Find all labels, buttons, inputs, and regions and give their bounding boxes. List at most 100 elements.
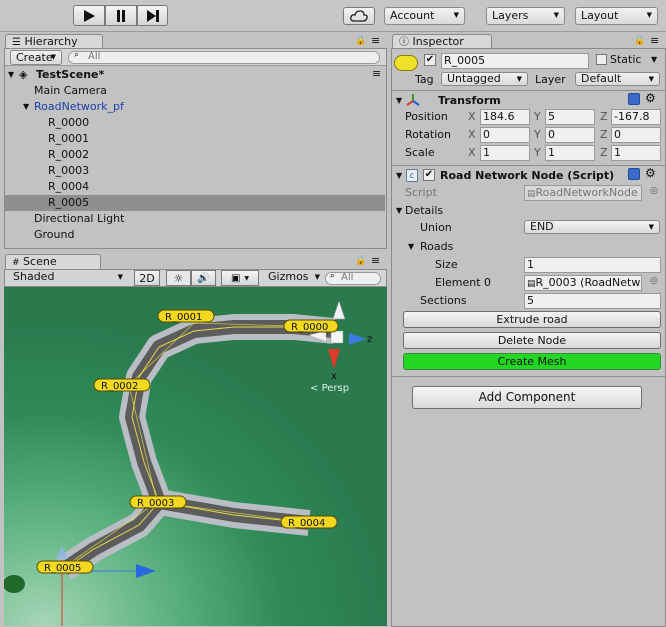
panel-menu-icon[interactable]: ≡ <box>371 254 380 267</box>
panel-menu-icon[interactable]: ≡ <box>650 34 659 47</box>
scene-root-row[interactable]: ▼ ◈ TestScene* <box>5 67 385 83</box>
sun-icon: ☼ <box>173 271 184 285</box>
triangle-down-icon[interactable]: ▼ <box>396 171 402 180</box>
scene-search-placeholder: All <box>341 272 354 283</box>
hierarchy-item[interactable]: R_0002 <box>5 147 385 163</box>
directional-light-gizmo[interactable] <box>4 575 25 593</box>
triangle-down-icon[interactable]: ▼ <box>396 206 402 215</box>
create-mesh-button[interactable]: Create Mesh <box>403 353 661 370</box>
hierarchy-item[interactable]: R_0005 <box>5 195 385 211</box>
road-node-label[interactable]: R_0004 <box>280 515 338 529</box>
triangle-down-icon[interactable]: ▼ <box>396 96 402 105</box>
speaker-icon: 🔊 <box>197 272 210 284</box>
transform-title: Transform <box>438 94 501 107</box>
scale-y-field[interactable]: 1 <box>545 145 595 161</box>
create-dropdown[interactable]: Create ▼ <box>10 50 62 65</box>
account-dropdown[interactable]: Account ▼ <box>384 7 465 25</box>
hierarchy-item[interactable]: ▼ RoadNetwork_pf <box>5 99 385 115</box>
road-node-text: R_0000 <box>291 322 328 333</box>
active-checkbox[interactable]: ✔ <box>424 54 436 66</box>
scale-z-field[interactable]: 1 <box>611 145 661 161</box>
object-icon[interactable] <box>394 55 418 71</box>
union-value: END <box>530 220 554 233</box>
mode-2d-button[interactable]: 2D <box>134 270 160 286</box>
road-node-label[interactable]: R_0000 <box>283 319 339 333</box>
rotation-x-axis: X <box>468 128 476 141</box>
scale-x-field[interactable]: 1 <box>480 145 530 161</box>
rotation-x-field[interactable]: 0 <box>480 127 530 143</box>
hierarchy-item[interactable]: Directional Light <box>5 211 385 227</box>
object-picker-icon[interactable]: ◎ <box>650 186 658 196</box>
gear-icon[interactable]: ⚙ <box>645 166 656 180</box>
layers-dropdown[interactable]: Layers ▼ <box>486 7 565 25</box>
chevron-down-icon: ▼ <box>117 273 123 281</box>
separator <box>392 376 665 377</box>
chevron-down-icon[interactable]: ▼ <box>651 55 657 64</box>
element0-field[interactable]: ▤R_0003 (RoadNetw <box>524 275 642 291</box>
lock-icon[interactable]: 🔒 <box>355 256 366 266</box>
cloud-icon <box>350 10 368 22</box>
road-node-label[interactable]: R_0005 <box>36 560 94 574</box>
cloud-button[interactable] <box>343 7 375 25</box>
triangle-down-icon[interactable]: ▼ <box>23 99 29 115</box>
sections-field[interactable]: 5 <box>524 293 661 309</box>
tab-hierarchy[interactable]: ☰ Hierarchy <box>5 34 103 49</box>
object-picker-icon[interactable]: ◎ <box>650 276 658 286</box>
layer-dropdown[interactable]: Default ▼ <box>575 72 660 86</box>
rotation-z-field[interactable]: 0 <box>611 127 661 143</box>
hierarchy-item[interactable]: R_0003 <box>5 163 385 179</box>
lock-icon[interactable]: 🔒 <box>634 36 645 46</box>
road-node-label[interactable]: R_0003 <box>129 495 187 509</box>
pause-button[interactable] <box>105 5 137 26</box>
static-checkbox[interactable] <box>596 54 607 65</box>
position-x-field[interactable]: 184.6 <box>480 109 530 125</box>
add-component-button[interactable]: Add Component <box>412 386 642 409</box>
rotation-y-field[interactable]: 0 <box>545 127 595 143</box>
help-icon[interactable] <box>628 93 640 105</box>
hierarchy-item[interactable]: R_0000 <box>5 115 385 131</box>
gear-icon[interactable]: ⚙ <box>645 91 656 105</box>
hierarchy-item[interactable]: Main Camera <box>5 83 385 99</box>
position-z-field[interactable]: -167.8 <box>611 109 661 125</box>
extrude-road-button[interactable]: Extrude road <box>403 311 661 328</box>
effects-dropdown[interactable]: ▣ ▼ <box>221 270 259 286</box>
delete-node-button[interactable]: Delete Node <box>403 332 661 349</box>
triangle-down-icon[interactable]: ▼ <box>408 242 414 251</box>
object-name-field[interactable]: R_0005 <box>441 53 589 69</box>
layout-dropdown[interactable]: Layout ▼ <box>575 7 658 25</box>
lighting-toggle[interactable]: ☼ <box>166 270 191 286</box>
search-field[interactable]: ⌕ All <box>68 50 380 64</box>
pause-icon <box>117 9 125 22</box>
play-button[interactable] <box>73 5 105 26</box>
lock-icon[interactable]: 🔒 <box>355 36 366 46</box>
rotation-label: Rotation <box>405 128 452 141</box>
position-y-field[interactable]: 5 <box>545 109 595 125</box>
hierarchy-item[interactable]: R_0001 <box>5 131 385 147</box>
tab-scene[interactable]: # Scene <box>5 254 101 269</box>
step-button[interactable] <box>137 5 168 26</box>
audio-toggle[interactable]: 🔊 <box>191 270 216 286</box>
shading-dropdown[interactable]: Shaded ▼ <box>8 271 128 285</box>
component-enabled-checkbox[interactable]: ✔ <box>423 169 435 181</box>
play-icon <box>84 9 95 22</box>
image-icon: ▣ <box>230 272 241 284</box>
road-node-label[interactable]: R_0001 <box>157 309 215 323</box>
union-label: Union <box>420 221 452 234</box>
tag-dropdown[interactable]: Untagged ▼ <box>441 72 528 86</box>
panel-menu-icon[interactable]: ≡ <box>371 34 380 47</box>
roads-label: Roads <box>420 240 454 253</box>
scene-search-field[interactable]: ⌕ All <box>325 271 381 285</box>
hierarchy-tab-label: Hierarchy <box>24 35 78 48</box>
panel-menu-icon[interactable]: ≡ <box>372 67 381 80</box>
gizmos-dropdown[interactable]: Gizmos ▼ <box>263 271 325 285</box>
size-field[interactable]: 1 <box>524 257 661 273</box>
union-dropdown[interactable]: END ▼ <box>524 220 660 234</box>
road-node-label[interactable]: R_0002 <box>93 378 151 392</box>
tab-inspector[interactable]: ⓘ Inspector <box>392 34 492 49</box>
position-label: Position <box>405 110 448 123</box>
help-icon[interactable] <box>628 168 640 180</box>
hierarchy-item[interactable]: R_0004 <box>5 179 385 195</box>
script-file-icon: ▤ <box>527 279 536 289</box>
hierarchy-item[interactable]: Ground <box>5 227 385 243</box>
scene-viewport[interactable]: z x < Persp R_0000 R_0001 R_0002 R_0003 R_00… <box>4 287 387 626</box>
